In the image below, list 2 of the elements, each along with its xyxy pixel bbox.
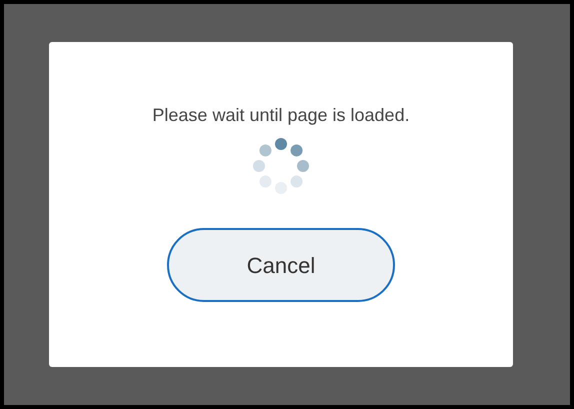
cancel-button[interactable]: Cancel (167, 228, 395, 302)
loading-message: Please wait until page is loaded. (152, 104, 410, 126)
